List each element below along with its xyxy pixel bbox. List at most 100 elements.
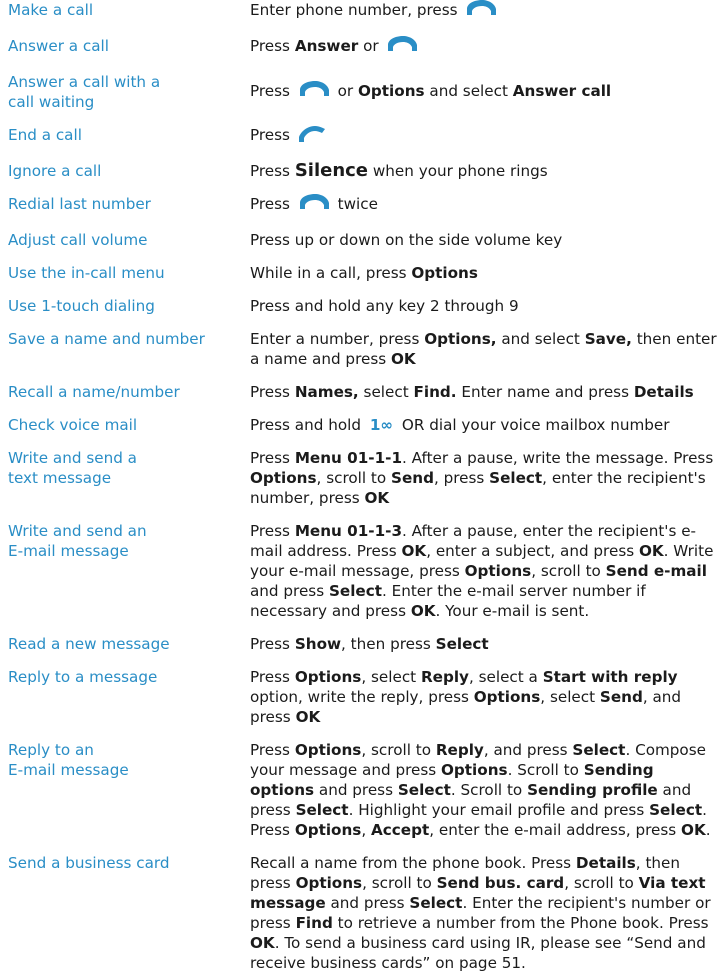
task-label-text: End a call (8, 126, 82, 144)
bold-term: Answer call (512, 81, 612, 100)
instruction-text: select (358, 383, 414, 401)
instruction-text: and select (496, 330, 585, 348)
task-instructions: Press Silence when your phone rings (250, 161, 720, 181)
task-row: Use the in-call menu While in a call, pre… (0, 263, 725, 283)
task-label-text: Write and send a text message (8, 449, 137, 487)
bold-term: Accept (371, 821, 430, 839)
instruction-text: Press (250, 522, 295, 540)
instruction-text: , then press (341, 635, 436, 653)
task-instructions: Press Options, scroll to Reply, and pres… (250, 740, 720, 840)
bold-term: Options (358, 81, 425, 100)
send-key-icon (386, 36, 418, 59)
instruction-text: , scroll to (361, 741, 436, 759)
bold-term: Options (441, 761, 508, 779)
send-key-icon (465, 0, 497, 23)
bold-term: Options (294, 821, 362, 839)
task-label-text: Use the in-call menu (8, 264, 165, 282)
instruction-text: Press (250, 37, 295, 55)
instruction-text: Press (250, 81, 295, 100)
task-instructions: Press up or down on the side volume key (250, 230, 720, 250)
bold-term: Reply (420, 668, 469, 686)
task-instructions: Press Answer or (250, 36, 720, 59)
task-label-text: Send a business card (8, 854, 170, 872)
task-row: Redial last number Press twice (0, 194, 725, 217)
bold-term: Select (649, 801, 703, 819)
task-row: Adjust call volume Press up or down on th… (0, 230, 725, 250)
task-instructions: Enter a number, press Options, and selec… (250, 329, 720, 369)
bold-term: OK (410, 602, 436, 620)
instruction-text: , select (540, 688, 600, 706)
instruction-text: and select (424, 81, 513, 100)
instruction-text: , scroll to (564, 874, 639, 892)
task-label-text: Use 1-touch dialing (8, 297, 155, 315)
task-label: Ignore a call (8, 161, 250, 181)
bold-term: Options (250, 469, 317, 487)
bold-term: Options (294, 668, 362, 686)
instruction-text: . Highlight your email profile and press (348, 801, 650, 819)
bold-term: Send e-mail (605, 562, 707, 580)
instruction-text: . (705, 821, 711, 839)
bold-term: Send (599, 688, 643, 706)
bold-term: Names, (294, 383, 359, 401)
task-instructions: Press Options, select Reply, select a St… (250, 667, 720, 727)
task-row: Recall a name/number Press Names, select … (0, 382, 725, 402)
instruction-text: , scroll to (362, 874, 437, 892)
task-instructions: Press Menu 01-1-3. After a pause, enter … (250, 521, 720, 621)
bold-term: OK (364, 489, 390, 507)
task-label: Use the in-call menu (8, 263, 250, 283)
task-row: Write and send a text message Press Menu … (0, 448, 725, 508)
voicemail-key-icon: 1∞ (369, 416, 394, 434)
instruction-text: . To send a business card using IR, plea… (250, 934, 706, 972)
task-instructions: Enter phone number, press (250, 0, 720, 23)
bold-term: Menu 01-1-3 (294, 522, 403, 540)
task-label: Adjust call volume (8, 230, 250, 250)
bold-term: Options (411, 264, 478, 282)
instruction-text: , and press (483, 741, 573, 759)
instruction-text: Press (250, 162, 295, 180)
instruction-text: Press (250, 741, 295, 759)
task-label-text: Answer a call (8, 37, 109, 55)
instruction-text: , press (433, 469, 490, 487)
instruction-text: Enter phone number, press (250, 1, 463, 19)
task-label: Recall a name/number (8, 382, 250, 402)
task-row: Answer a call Press Answer or (0, 36, 725, 59)
bold-term: Select (489, 469, 543, 487)
bold-term: Select (572, 741, 626, 759)
instruction-text: . After a pause, write the message. Pres… (402, 449, 714, 467)
task-row: Ignore a call Press Silence when your pho… (0, 161, 725, 181)
task-label: Answer a call with a call waiting (8, 72, 250, 112)
task-instructions: Press twice (250, 194, 720, 217)
task-label: Read a new message (8, 634, 250, 654)
instruction-text: . Your e-mail is sent. (435, 602, 590, 620)
bold-term: Show (294, 635, 342, 653)
task-row: Answer a call with a call waiting Press o… (0, 72, 725, 112)
instruction-text: when your phone rings (368, 162, 548, 180)
bold-term: Options (294, 741, 362, 759)
bold-term: OK (250, 934, 275, 952)
task-label-text: Adjust call volume (8, 231, 148, 249)
instruction-text: , (361, 821, 372, 839)
bold-term: Select (295, 801, 349, 819)
task-label: Save a name and number (8, 329, 250, 349)
task-label-text: Recall a name/number (8, 383, 180, 401)
instruction-text: , scroll to (531, 562, 606, 580)
task-instructions: Press (250, 125, 720, 148)
bold-term: Send bus. card (436, 874, 565, 892)
task-label: Check voice mail (8, 415, 250, 435)
task-label-text: Make a call (8, 1, 94, 19)
task-label-text: Ignore a call (8, 162, 102, 180)
bold-term: Details (633, 383, 694, 401)
bold-term: Select (435, 635, 489, 653)
instruction-text: . Scroll to (450, 781, 528, 799)
instruction-text: to retrieve a number from the Phone book… (332, 914, 709, 932)
bold-term: Select (328, 582, 382, 600)
task-instructions: Press Names, select Find. Enter name and… (250, 382, 720, 402)
task-row: Check voice mail Press and hold 1∞ OR dia… (0, 415, 725, 435)
instruction-text: Enter a number, press (250, 330, 425, 348)
bold-term: Save, (584, 330, 632, 348)
instruction-text: , select a (468, 668, 543, 686)
quick-reference-page: Make a call Enter phone number, press Ans… (0, 0, 725, 972)
task-label: Use 1-touch dialing (8, 296, 250, 316)
instruction-text: , scroll to (316, 469, 392, 487)
task-instructions: While in a call, press Options (250, 263, 720, 283)
